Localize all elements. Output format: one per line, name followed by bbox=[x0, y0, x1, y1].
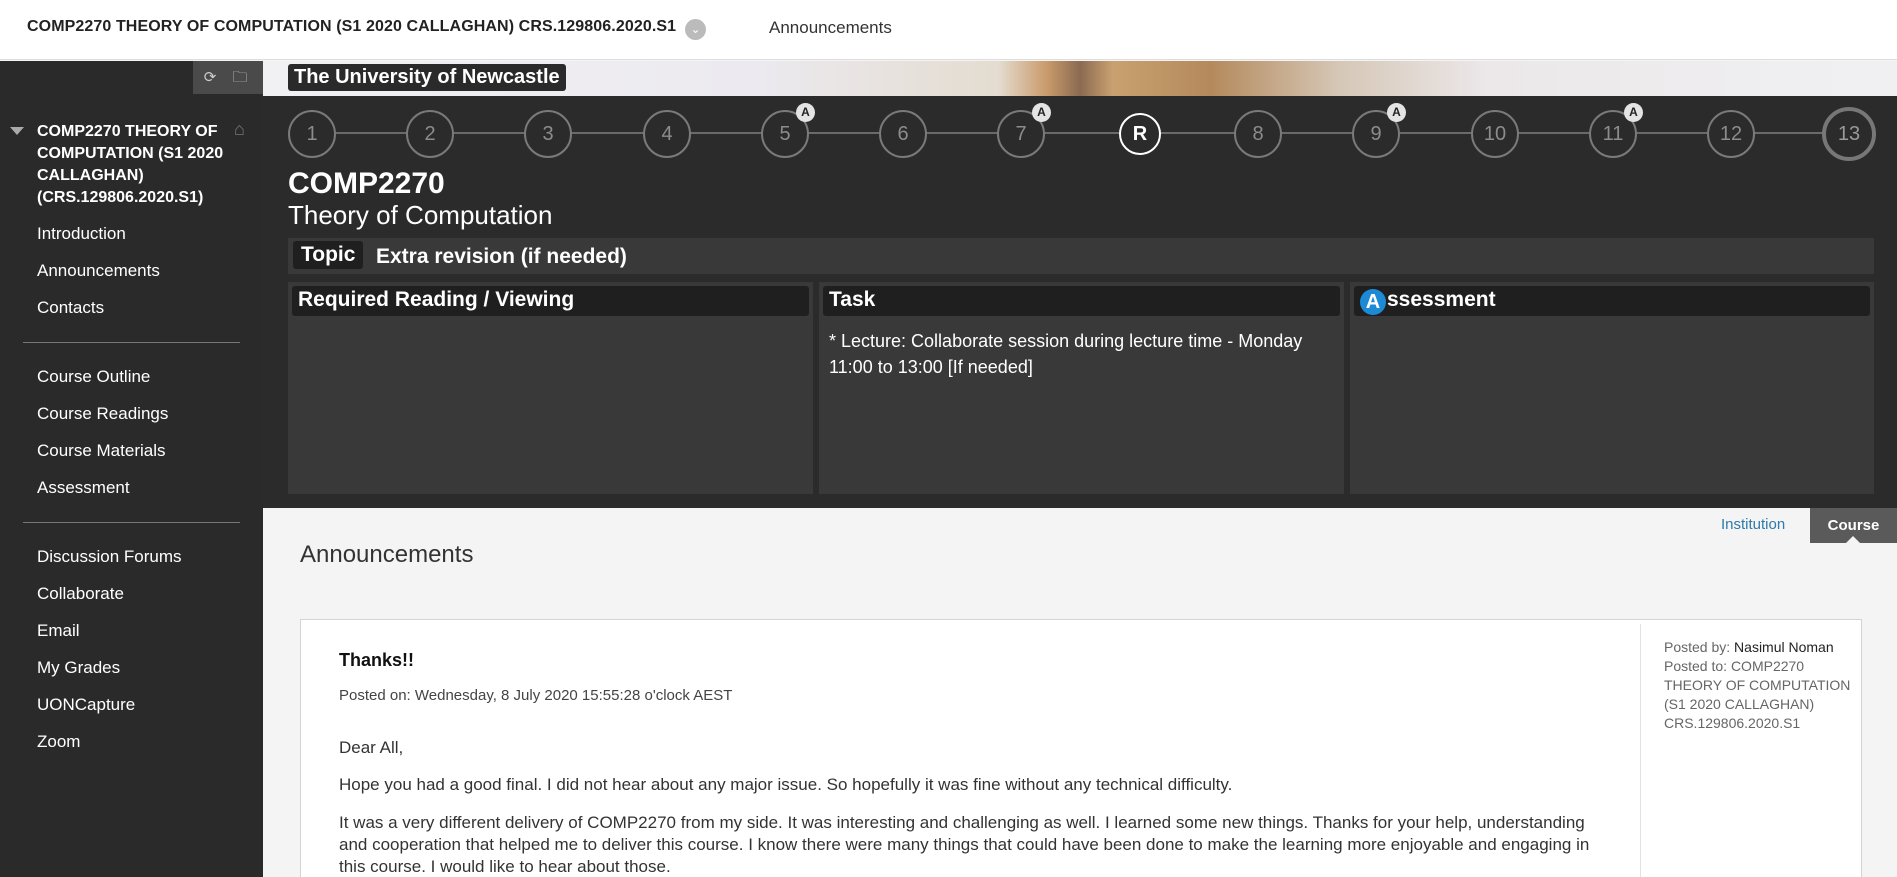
menu-item-course-materials[interactable]: Course Materials bbox=[37, 441, 166, 461]
week-12[interactable]: 12 bbox=[1707, 110, 1755, 158]
tab-notch bbox=[1845, 536, 1861, 544]
week-1[interactable]: 1 bbox=[288, 110, 336, 158]
week-2[interactable]: 2 bbox=[406, 110, 454, 158]
menu-divider bbox=[23, 522, 240, 523]
week-13[interactable]: 13 bbox=[1822, 107, 1876, 161]
assessment-badge: A bbox=[1624, 103, 1643, 122]
reading-column: Required Reading / Viewing bbox=[288, 282, 813, 494]
chevron-down-icon[interactable]: ⌄ bbox=[685, 19, 706, 40]
menu-item-discussion-forums[interactable]: Discussion Forums bbox=[37, 547, 182, 567]
menu-item-contacts[interactable]: Contacts bbox=[37, 298, 104, 318]
reading-title: Required Reading / Viewing bbox=[292, 286, 809, 316]
menu-item-assessment[interactable]: Assessment bbox=[37, 478, 130, 498]
topic-value: Extra revision (if needed) bbox=[376, 245, 627, 268]
menu-toolbar: ⟳ 🗀 bbox=[193, 61, 263, 94]
menu-item-email[interactable]: Email bbox=[37, 621, 80, 641]
assessment-badge-icon: A bbox=[1360, 289, 1386, 315]
menu-item-course-outline[interactable]: Course Outline bbox=[37, 367, 150, 387]
posted-to-label: Posted to: bbox=[1664, 658, 1728, 674]
assessment-column: Assessment bbox=[1350, 282, 1874, 494]
menu-item-uoncapture[interactable]: UONCapture bbox=[37, 695, 135, 715]
university-name: The University of Newcastle bbox=[288, 64, 566, 91]
assessment-badge: A bbox=[1387, 103, 1406, 122]
assessment-title-bar: Assessment bbox=[1354, 286, 1870, 316]
menu-item-introduction[interactable]: Introduction bbox=[37, 224, 126, 244]
announcement-date: Posted on: Wednesday, 8 July 2020 15:55:… bbox=[339, 687, 733, 704]
week-8[interactable]: 8 bbox=[1234, 110, 1282, 158]
announcement-title: Thanks!! bbox=[339, 650, 415, 670]
course-code: COMP2270 bbox=[288, 167, 445, 200]
refresh-icon[interactable]: ⟳ bbox=[201, 69, 219, 87]
card-divider bbox=[1640, 624, 1641, 877]
announcement-meta: Posted by: Nasimul Noman Posted to: COMP… bbox=[1664, 638, 1854, 733]
folder-icon[interactable]: 🗀 bbox=[231, 69, 249, 87]
task-title: Task bbox=[823, 286, 1340, 316]
top-bar: COMP2270 THEORY OF COMPUTATION (S1 2020 … bbox=[0, 0, 1897, 60]
week-3[interactable]: 3 bbox=[524, 110, 572, 158]
week-6[interactable]: 6 bbox=[879, 110, 927, 158]
assessment-badge: A bbox=[796, 103, 815, 122]
page-title: Announcements bbox=[300, 541, 474, 568]
menu-item-announcements[interactable]: Announcements bbox=[37, 261, 160, 281]
task-column: Task * Lecture: Collaborate session duri… bbox=[819, 282, 1344, 494]
breadcrumb: Announcements bbox=[769, 18, 892, 37]
menu-item-collaborate[interactable]: Collaborate bbox=[37, 584, 124, 604]
assessment-badge: A bbox=[1032, 103, 1051, 122]
topic-label: Topic bbox=[293, 241, 364, 269]
collapse-caret-icon[interactable] bbox=[10, 127, 24, 135]
menu-course-name[interactable]: COMP2270 THEORY OF COMPUTATION (S1 2020 … bbox=[37, 121, 237, 209]
week-recess[interactable]: R bbox=[1119, 113, 1161, 155]
menu-divider bbox=[23, 342, 240, 343]
menu-item-my-grades[interactable]: My Grades bbox=[37, 658, 120, 678]
home-icon[interactable]: ⌂ bbox=[234, 119, 254, 139]
task-body: * Lecture: Collaborate session during le… bbox=[829, 331, 1303, 377]
announcement-paragraph: Hope you had a good final. I did not hea… bbox=[339, 775, 1233, 794]
course-title[interactable]: COMP2270 THEORY OF COMPUTATION (S1 2020 … bbox=[27, 18, 676, 36]
course-menu: ⟳ 🗀 COMP2270 THEORY OF COMPUTATION (S1 2… bbox=[0, 61, 263, 877]
assessment-title: ssessment bbox=[1387, 288, 1496, 311]
menu-item-course-readings[interactable]: Course Readings bbox=[37, 404, 168, 424]
week-10[interactable]: 10 bbox=[1471, 110, 1519, 158]
posted-by[interactable]: Nasimul Noman bbox=[1734, 639, 1834, 655]
posted-by-label: Posted by: bbox=[1664, 639, 1731, 655]
week-4[interactable]: 4 bbox=[643, 110, 691, 158]
menu-item-zoom[interactable]: Zoom bbox=[37, 732, 80, 752]
course-name: Theory of Computation bbox=[288, 200, 553, 230]
announcement-paragraph: Dear All, bbox=[339, 738, 404, 757]
announcement-paragraph: It was a very different delivery of COMP… bbox=[339, 813, 1590, 876]
tab-institution[interactable]: Institution bbox=[1721, 516, 1785, 533]
